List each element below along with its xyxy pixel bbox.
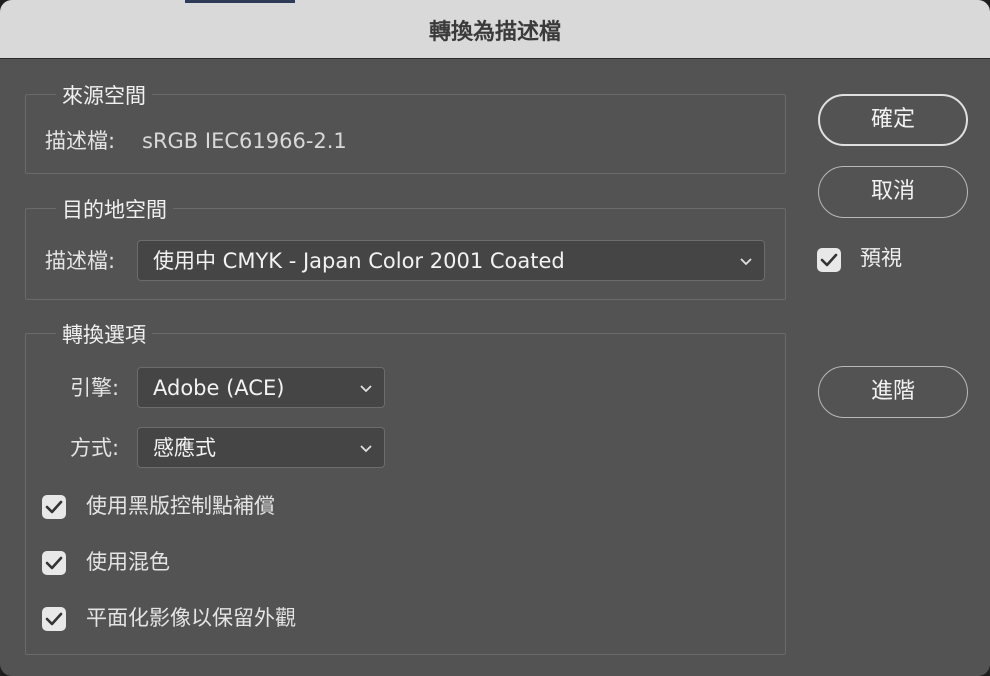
ok-button[interactable]: 確定 [818,94,968,146]
chevron-down-icon [360,385,372,393]
source-profile-value: sRGB IEC61966-2.1 [142,129,347,153]
title-bar[interactable]: 轉換為描述檔 [0,0,990,59]
preview-label[interactable]: 預視 [860,244,902,272]
advanced-button[interactable]: 進階 [818,366,968,418]
engine-select[interactable]: Adobe (ACE) [137,367,385,408]
chevron-down-icon [740,258,752,266]
preview-checkbox[interactable] [817,248,841,272]
engine-label: 引擎: [70,376,120,400]
use-dither-checkbox[interactable] [42,551,66,575]
destination-profile-select[interactable]: 使用中 CMYK - Japan Color 2001 Coated [137,240,765,281]
flatten-image-checkbox[interactable] [42,607,66,631]
destination-profile-label: 描述檔: [45,249,116,273]
convert-to-profile-dialog: 轉換為描述檔 來源空間 描述檔: sRGB IEC61966-2.1 目的地空間… [0,0,990,676]
background-window-edge [185,0,295,3]
destination-profile-value: 使用中 CMYK - Japan Color 2001 Coated [153,249,565,273]
source-space-legend: 來源空間 [56,83,152,109]
engine-value: Adobe (ACE) [153,376,285,400]
dialog-title: 轉換為描述檔 [428,20,561,45]
checkmark-icon [820,253,838,267]
checkmark-icon [45,556,63,570]
conversion-options-legend: 轉換選項 [56,322,152,348]
black-point-compensation-checkbox[interactable] [42,495,66,519]
intent-label: 方式: [70,436,120,460]
destination-space-legend: 目的地空間 [56,197,173,223]
intent-value: 感應式 [153,436,216,460]
cancel-button[interactable]: 取消 [818,166,968,218]
intent-select[interactable]: 感應式 [137,427,385,468]
checkmark-icon [45,612,63,626]
checkmark-icon [45,500,63,514]
flatten-image-label[interactable]: 平面化影像以保留外觀 [86,604,296,632]
chevron-down-icon [360,445,372,453]
source-profile-label: 描述檔: [45,129,116,153]
black-point-compensation-label[interactable]: 使用黑版控制點補償 [86,492,275,520]
use-dither-label[interactable]: 使用混色 [86,548,170,576]
